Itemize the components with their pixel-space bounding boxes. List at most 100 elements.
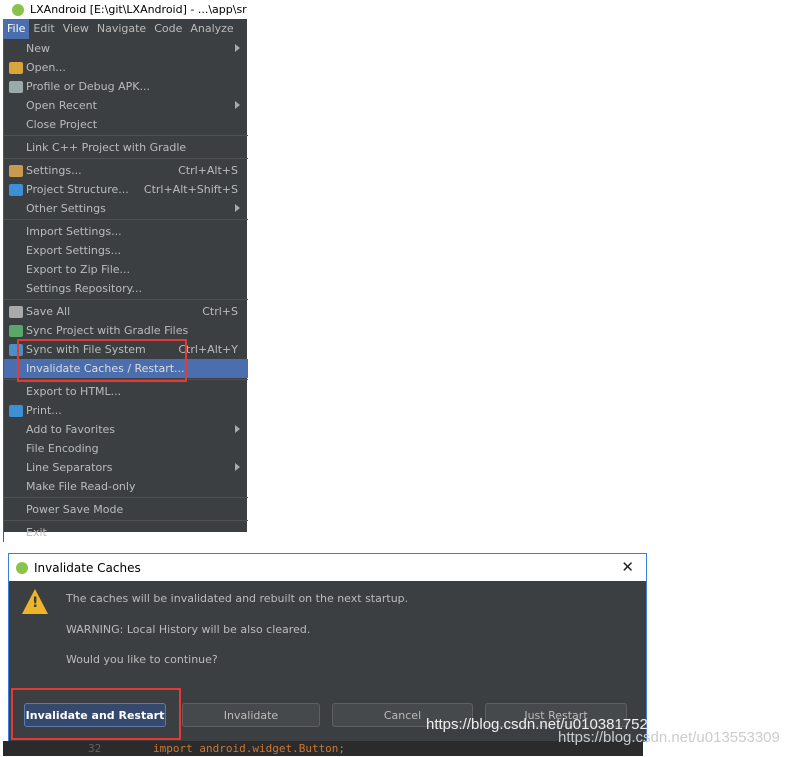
apk-icon: [9, 80, 23, 93]
menu-item-label: Export to HTML...: [26, 385, 122, 398]
menu-item-label: Save All: [26, 305, 71, 318]
menu-item-label: Print...: [26, 404, 62, 417]
menu-item-print[interactable]: Print...: [4, 401, 248, 420]
menu-item-label: Make File Read-only: [26, 480, 136, 493]
menu-item-label: Project Structure...: [26, 183, 129, 196]
menu-file[interactable]: File: [3, 19, 30, 39]
submenu-arrow-icon: [235, 44, 240, 52]
icon-placeholder: [9, 443, 23, 455]
icon-placeholder: [9, 245, 23, 257]
icon-placeholder: [9, 119, 23, 131]
menu-item-label: Link C++ Project with Gradle: [26, 141, 187, 154]
menu-item-link-c-project-with-gradle[interactable]: Link C++ Project with Gradle: [4, 138, 248, 157]
menu-item-label: Add to Favorites: [26, 423, 116, 436]
watermark: https://blog.csdn.net/u013553309: [558, 729, 780, 746]
save-icon: [9, 305, 23, 318]
menu-item-label: Export to Zip File...: [26, 263, 131, 276]
icon-placeholder: [9, 424, 23, 436]
code-line: import android.widget.Button;: [153, 742, 346, 755]
invalidate-button[interactable]: Invalidate: [182, 703, 320, 727]
gradle-sync-icon: [9, 324, 23, 337]
dialog-message-2: WARNING: Local History will be also clea…: [66, 623, 311, 636]
submenu-arrow-icon: [235, 204, 240, 212]
menu-item-settings-repository[interactable]: Settings Repository...: [4, 279, 248, 298]
settings-icon: [9, 164, 23, 177]
menu-item-export-to-zip-file[interactable]: Export to Zip File...: [4, 260, 248, 279]
menu-item-label: Exit: [26, 526, 47, 539]
menu-code[interactable]: Code: [150, 19, 186, 39]
menu-item-new[interactable]: New: [4, 39, 248, 58]
icon-placeholder: [9, 203, 23, 215]
menu-item-other-settings[interactable]: Other Settings: [4, 199, 248, 218]
menu-view[interactable]: View: [59, 19, 93, 39]
shortcut-label: Ctrl+S: [202, 305, 238, 318]
menu-item-label: File Encoding: [26, 442, 99, 455]
menu-item-settings[interactable]: Settings... Ctrl+Alt+S: [4, 161, 248, 180]
close-icon[interactable]: ✕: [621, 558, 634, 576]
icon-placeholder: [9, 142, 23, 154]
folder-icon: [9, 61, 23, 74]
annotation-highlight-box: [17, 339, 187, 382]
dialog-title-bar: Invalidate Caches ✕: [9, 554, 646, 581]
menu-item-label: Line Separators: [26, 461, 113, 474]
menu-edit[interactable]: Edit: [29, 19, 58, 39]
submenu-arrow-icon: [235, 463, 240, 471]
menu-item-label: Open Recent: [26, 99, 97, 112]
menu-item-export-to-html[interactable]: Export to HTML...: [4, 382, 248, 401]
menu-item-label: Open...: [26, 61, 66, 74]
icon-placeholder: [9, 264, 23, 276]
dialog-message-3: Would you like to continue?: [66, 653, 218, 666]
menu-item-make-file-read-only[interactable]: Make File Read-only: [4, 477, 248, 496]
menu-item-close-project[interactable]: Close Project: [4, 115, 248, 134]
menu-item-save-all[interactable]: Save All Ctrl+S: [4, 302, 248, 321]
icon-placeholder: [9, 283, 23, 295]
project-structure-icon: [9, 183, 23, 196]
icon-placeholder: [9, 462, 23, 474]
menu-item-import-settings[interactable]: Import Settings...: [4, 222, 248, 241]
menu-item-exit[interactable]: Exit: [4, 523, 248, 542]
submenu-arrow-icon: [235, 425, 240, 433]
menu-item-profile-or-debug-apk[interactable]: Profile or Debug APK...: [4, 77, 248, 96]
menu-item-label: Other Settings: [26, 202, 106, 215]
dialog-message-1: The caches will be invalidated and rebui…: [66, 592, 409, 605]
menu-item-label: Settings Repository...: [26, 282, 143, 295]
icon-placeholder: [9, 504, 23, 516]
print-icon: [9, 404, 23, 417]
menu-item-open-recent[interactable]: Open Recent: [4, 96, 248, 115]
warning-icon: !: [22, 589, 48, 614]
menu-item-file-encoding[interactable]: File Encoding: [4, 439, 248, 458]
line-number: 32: [88, 742, 102, 755]
menu-item-label: Close Project: [26, 118, 98, 131]
menu-bar: File Edit View Navigate Code Analyze: [3, 19, 247, 39]
menu-item-label: Settings...: [26, 164, 82, 177]
submenu-arrow-icon: [235, 101, 240, 109]
menu-item-label: Sync Project with Gradle Files: [26, 324, 189, 337]
menu-item-label: Export Settings...: [26, 244, 122, 257]
android-studio-logo-icon: [16, 561, 28, 574]
menu-item-export-settings[interactable]: Export Settings...: [4, 241, 248, 260]
menu-item-line-separators[interactable]: Line Separators: [4, 458, 248, 477]
window-title: LXAndroid [E:\git\LXAndroid] - ...\app\s…: [30, 3, 247, 16]
menu-item-power-save-mode[interactable]: Power Save Mode: [4, 500, 248, 519]
android-studio-logo-icon: [12, 3, 24, 16]
menu-item-label: Import Settings...: [26, 225, 122, 238]
icon-placeholder: [9, 43, 23, 55]
menu-item-open[interactable]: Open...: [4, 58, 248, 77]
icon-placeholder: [9, 386, 23, 398]
icon-placeholder: [9, 481, 23, 493]
menu-item-project-structure[interactable]: Project Structure... Ctrl+Alt+Shift+S: [4, 180, 248, 199]
dialog-title: Invalidate Caches: [34, 560, 141, 575]
menu-item-add-to-favorites[interactable]: Add to Favorites: [4, 420, 248, 439]
ide-window: LXAndroid [E:\git\LXAndroid] - ...\app\s…: [3, 0, 248, 542]
code-editor-strip: 32 import android.widget.Button;: [3, 741, 643, 756]
icon-placeholder: [9, 226, 23, 238]
menu-navigate[interactable]: Navigate: [93, 19, 150, 39]
title-bar: LXAndroid [E:\git\LXAndroid] - ...\app\s…: [3, 0, 247, 19]
icon-placeholder: [9, 527, 23, 539]
menu-item-label: Power Save Mode: [26, 503, 124, 516]
shortcut-label: Ctrl+Alt+Shift+S: [143, 183, 238, 196]
menu-analyze[interactable]: Analyze: [186, 19, 237, 39]
menu-item-sync-project-with-gradle-files[interactable]: Sync Project with Gradle Files: [4, 321, 248, 340]
shortcut-label: Ctrl+Alt+Y: [178, 343, 238, 356]
file-menu-dropdown: New Open... Profile or Debug APK... Open Re…: [3, 39, 248, 542]
